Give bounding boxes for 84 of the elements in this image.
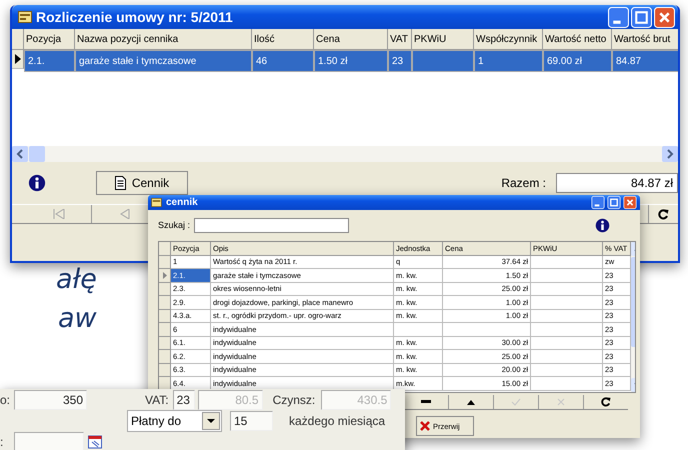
table-cell: garaże stałe i tymczasowe (75, 50, 252, 72)
table-cell: 1 (474, 50, 543, 72)
info-icon[interactable] (595, 218, 610, 232)
up-triangle-icon (467, 400, 475, 404)
field-label: VAT: (145, 393, 169, 407)
table-cell: 23 (388, 50, 412, 72)
amount-field[interactable]: 350 (14, 390, 87, 410)
cross-icon (557, 398, 565, 406)
table-cell: 84.87 (612, 50, 678, 72)
row-indicator (159, 323, 171, 336)
slide-text: aw (58, 303, 97, 334)
row-indicator (159, 296, 171, 310)
row-indicator (159, 336, 171, 350)
table-cell[interactable] (531, 364, 603, 377)
search-label: Szukaj : (158, 220, 190, 230)
column-header[interactable]: PKWiU (412, 29, 474, 50)
refresh-icon (601, 397, 611, 407)
check-icon (511, 398, 521, 406)
table-cell[interactable] (531, 336, 603, 350)
scroll-right-button[interactable] (662, 146, 678, 162)
table-cell[interactable] (531, 350, 603, 364)
vat-rate-field[interactable]: 23 (172, 390, 195, 410)
window-title: cennik (166, 197, 198, 208)
table-cell[interactable] (394, 323, 443, 336)
table-cell[interactable] (531, 323, 603, 336)
table-cell[interactable] (531, 377, 603, 390)
table-cell[interactable] (531, 269, 603, 282)
table-cell: 69.00 zł (543, 50, 612, 72)
table-cell[interactable] (531, 310, 603, 323)
row-indicator (159, 310, 171, 323)
minimize-button[interactable] (608, 6, 629, 28)
table-cell: 1.50 zł (314, 50, 388, 72)
field-label: każdego miesiąca (289, 414, 386, 428)
column-header[interactable]: Współczynnik (474, 29, 543, 50)
column-header[interactable]: Wartość brut (612, 29, 678, 50)
first-icon (52, 209, 64, 219)
table-cell[interactable] (443, 323, 531, 336)
table-cell (412, 50, 474, 72)
day-field[interactable]: 15 (230, 411, 273, 431)
total-field: 84.87 zł (556, 173, 678, 193)
calendar-icon[interactable] (88, 435, 102, 449)
field-label: : (0, 435, 4, 449)
column-header[interactable]: VAT (388, 29, 412, 50)
column-header[interactable]: Nazwa pozycji cennika (75, 29, 252, 50)
current-row-icon (14, 54, 20, 64)
window-title: Rozliczenie umowy nr: 5/2011 (36, 9, 233, 25)
table-cell: 2.1. (24, 50, 75, 72)
field-label: o: (0, 393, 12, 407)
horizontal-scrollbar[interactable] (12, 146, 678, 162)
field-label: Czynsz: (272, 393, 316, 407)
minimize-button[interactable] (591, 196, 605, 209)
info-icon[interactable] (28, 174, 46, 192)
close-button[interactable] (654, 6, 675, 28)
previous-icon (120, 209, 130, 219)
date-field[interactable] (14, 432, 84, 450)
total-label: Razem : (501, 176, 546, 190)
table-cell[interactable] (531, 282, 603, 296)
close-button[interactable] (623, 196, 637, 209)
refresh-button[interactable] (648, 205, 678, 223)
cross-icon (420, 421, 430, 431)
table-header (159, 242, 171, 256)
table-cell: 46 (252, 50, 314, 72)
scroll-left-button[interactable] (12, 146, 28, 162)
column-header[interactable]: Ilość (252, 29, 314, 50)
maximize-button[interactable] (607, 196, 621, 209)
table-cell[interactable] (531, 256, 603, 269)
app-icon (18, 11, 32, 23)
table-cell[interactable] (531, 296, 603, 310)
column-header[interactable]: Cena (314, 29, 388, 50)
cennik-button[interactable]: Cennik (96, 171, 188, 195)
column-header[interactable]: Wartość netto (543, 29, 612, 50)
payment-select[interactable]: Płatny do (127, 410, 222, 432)
scroll-thumb[interactable] (29, 146, 45, 162)
app-icon (151, 198, 162, 207)
maximize-button[interactable] (631, 6, 652, 28)
column-header[interactable]: Pozycja (24, 29, 75, 50)
row-indicator (159, 364, 171, 377)
slide-text: ałę (56, 264, 97, 295)
search-field[interactable] (194, 218, 350, 232)
row-indicator (159, 350, 171, 364)
current-row-icon (162, 272, 166, 279)
refresh-icon (658, 208, 669, 220)
minus-icon (421, 400, 431, 404)
document-icon (114, 176, 126, 190)
